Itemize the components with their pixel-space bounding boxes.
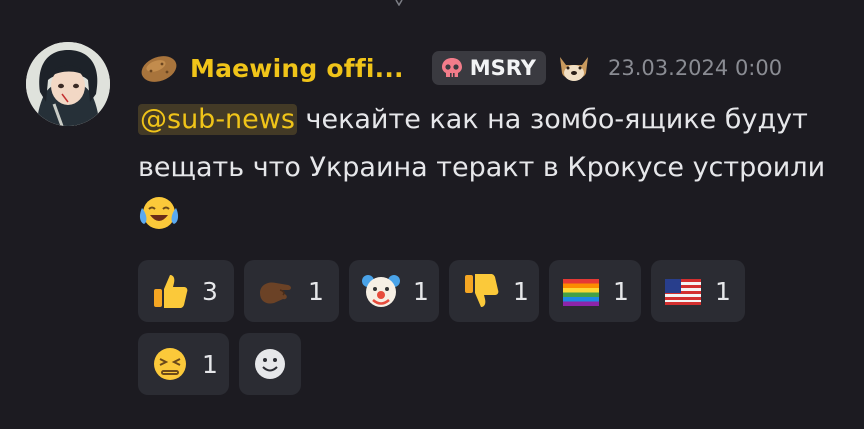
- clown-face-icon: [362, 275, 400, 307]
- pinching-hand-icon: [260, 282, 291, 304]
- thumbs-up-icon: [154, 275, 188, 308]
- avatar[interactable]: [26, 42, 110, 126]
- guild-tag[interactable]: MSRY: [431, 51, 547, 85]
- mention[interactable]: @sub-news: [138, 104, 297, 135]
- potato-icon: [141, 56, 177, 82]
- add-reaction-button[interactable]: [239, 333, 301, 395]
- smiley-icon: [255, 349, 285, 379]
- dog-badge-icon: [560, 57, 589, 81]
- top-mark: [395, 0, 403, 6]
- skull-icon: [441, 58, 462, 77]
- reaction-us-flag[interactable]: 1: [651, 260, 745, 322]
- reaction-thumbs-up[interactable]: 3: [138, 260, 234, 322]
- rainbow-flag-icon: [563, 279, 599, 306]
- reaction-persevering-face[interactable]: 1: [138, 333, 229, 395]
- message-content: @sub-news чекайте как на зомбо-ящике буд…: [138, 96, 828, 240]
- author-name[interactable]: Maewing offi...: [190, 54, 404, 83]
- reaction-clown-face[interactable]: 1: [349, 260, 439, 322]
- reaction-pinching-hand[interactable]: 1: [244, 260, 339, 322]
- reaction-thumbs-down[interactable]: 1: [449, 260, 539, 322]
- tears-of-joy-emoji-icon: [139, 197, 179, 229]
- us-flag-icon: [665, 279, 701, 305]
- message-header: Maewing offi... MSRY 23.03.2024 0:00: [138, 48, 782, 88]
- guild-tag-label: MSRY: [469, 56, 537, 80]
- thumbs-down-icon: [465, 274, 499, 307]
- reaction-rainbow-flag[interactable]: 1: [549, 260, 641, 322]
- avatar-image: [26, 42, 110, 126]
- timestamp: 23.03.2024 0:00: [608, 56, 783, 80]
- persevering-face-icon: [154, 348, 186, 380]
